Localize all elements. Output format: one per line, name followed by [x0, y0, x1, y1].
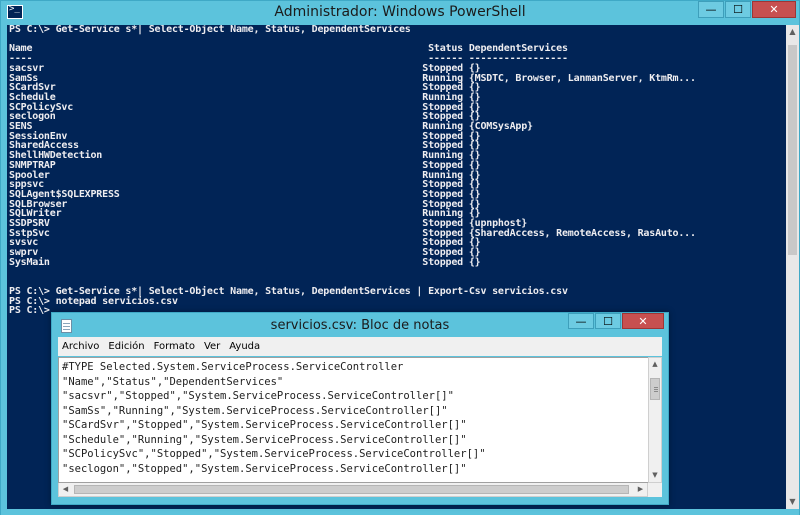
- close-button[interactable]: ✕: [752, 1, 796, 18]
- minimize-icon: —: [705, 3, 717, 16]
- maximize-icon: ☐: [733, 3, 743, 16]
- notepad-window: servicios.csv: Bloc de notas — ☐ ✕ Archi…: [51, 312, 669, 505]
- notepad-hscroll-thumb[interactable]: [74, 485, 629, 494]
- notepad-menu-bar: Archivo Edición Formato Ver Ayuda: [58, 337, 662, 356]
- notepad-title-bar[interactable]: servicios.csv: Bloc de notas — ☐ ✕: [52, 313, 668, 337]
- powershell-window-title: Administrador: Windows PowerShell: [274, 4, 526, 20]
- scroll-up-icon[interactable]: ▲: [786, 25, 799, 39]
- notepad-minimize-button[interactable]: —: [568, 313, 594, 329]
- close-icon: ✕: [769, 3, 779, 16]
- notepad-window-controls: — ☐ ✕: [567, 313, 664, 329]
- powershell-window-controls: — ☐ ✕: [697, 1, 796, 18]
- scroll-down-icon[interactable]: ▼: [649, 469, 661, 482]
- menu-ayuda[interactable]: Ayuda: [229, 341, 260, 352]
- maximize-icon: ☐: [603, 314, 613, 328]
- console-scroll-thumb[interactable]: [788, 45, 797, 255]
- notepad-scroll-corner: [648, 483, 662, 497]
- close-icon: ✕: [638, 314, 648, 328]
- notepad-horizontal-scrollbar[interactable]: ◀ ▶: [58, 483, 648, 497]
- console-vertical-scrollbar[interactable]: ▲ ▼: [786, 25, 799, 509]
- console-text: PS C:\> Get-Service s*| Select-Object Na…: [9, 25, 696, 317]
- menu-ver[interactable]: Ver: [204, 341, 220, 352]
- menu-edicion[interactable]: Edición: [108, 341, 144, 352]
- minimize-icon: —: [575, 314, 587, 328]
- scroll-up-icon[interactable]: ▲: [649, 358, 661, 371]
- minimize-button[interactable]: —: [698, 1, 724, 18]
- powershell-bottom-border: [1, 509, 799, 515]
- scroll-right-icon[interactable]: ▶: [634, 483, 647, 496]
- notepad-text-area[interactable]: #TYPE Selected.System.ServiceProcess.Ser…: [58, 357, 648, 483]
- notepad-text: #TYPE Selected.System.ServiceProcess.Ser…: [62, 361, 486, 475]
- maximize-button[interactable]: ☐: [725, 1, 751, 18]
- notepad-vertical-scrollbar[interactable]: ▲ ▼: [648, 357, 662, 483]
- menu-archivo[interactable]: Archivo: [62, 341, 99, 352]
- notepad-vscroll-thumb[interactable]: [650, 378, 660, 400]
- scroll-down-icon[interactable]: ▼: [786, 495, 799, 509]
- powershell-title-bar[interactable]: Administrador: Windows PowerShell — ☐ ✕: [1, 1, 799, 25]
- notepad-close-button[interactable]: ✕: [622, 313, 664, 329]
- menu-formato[interactable]: Formato: [154, 341, 195, 352]
- scroll-left-icon[interactable]: ◀: [59, 483, 72, 496]
- notepad-maximize-button[interactable]: ☐: [595, 313, 621, 329]
